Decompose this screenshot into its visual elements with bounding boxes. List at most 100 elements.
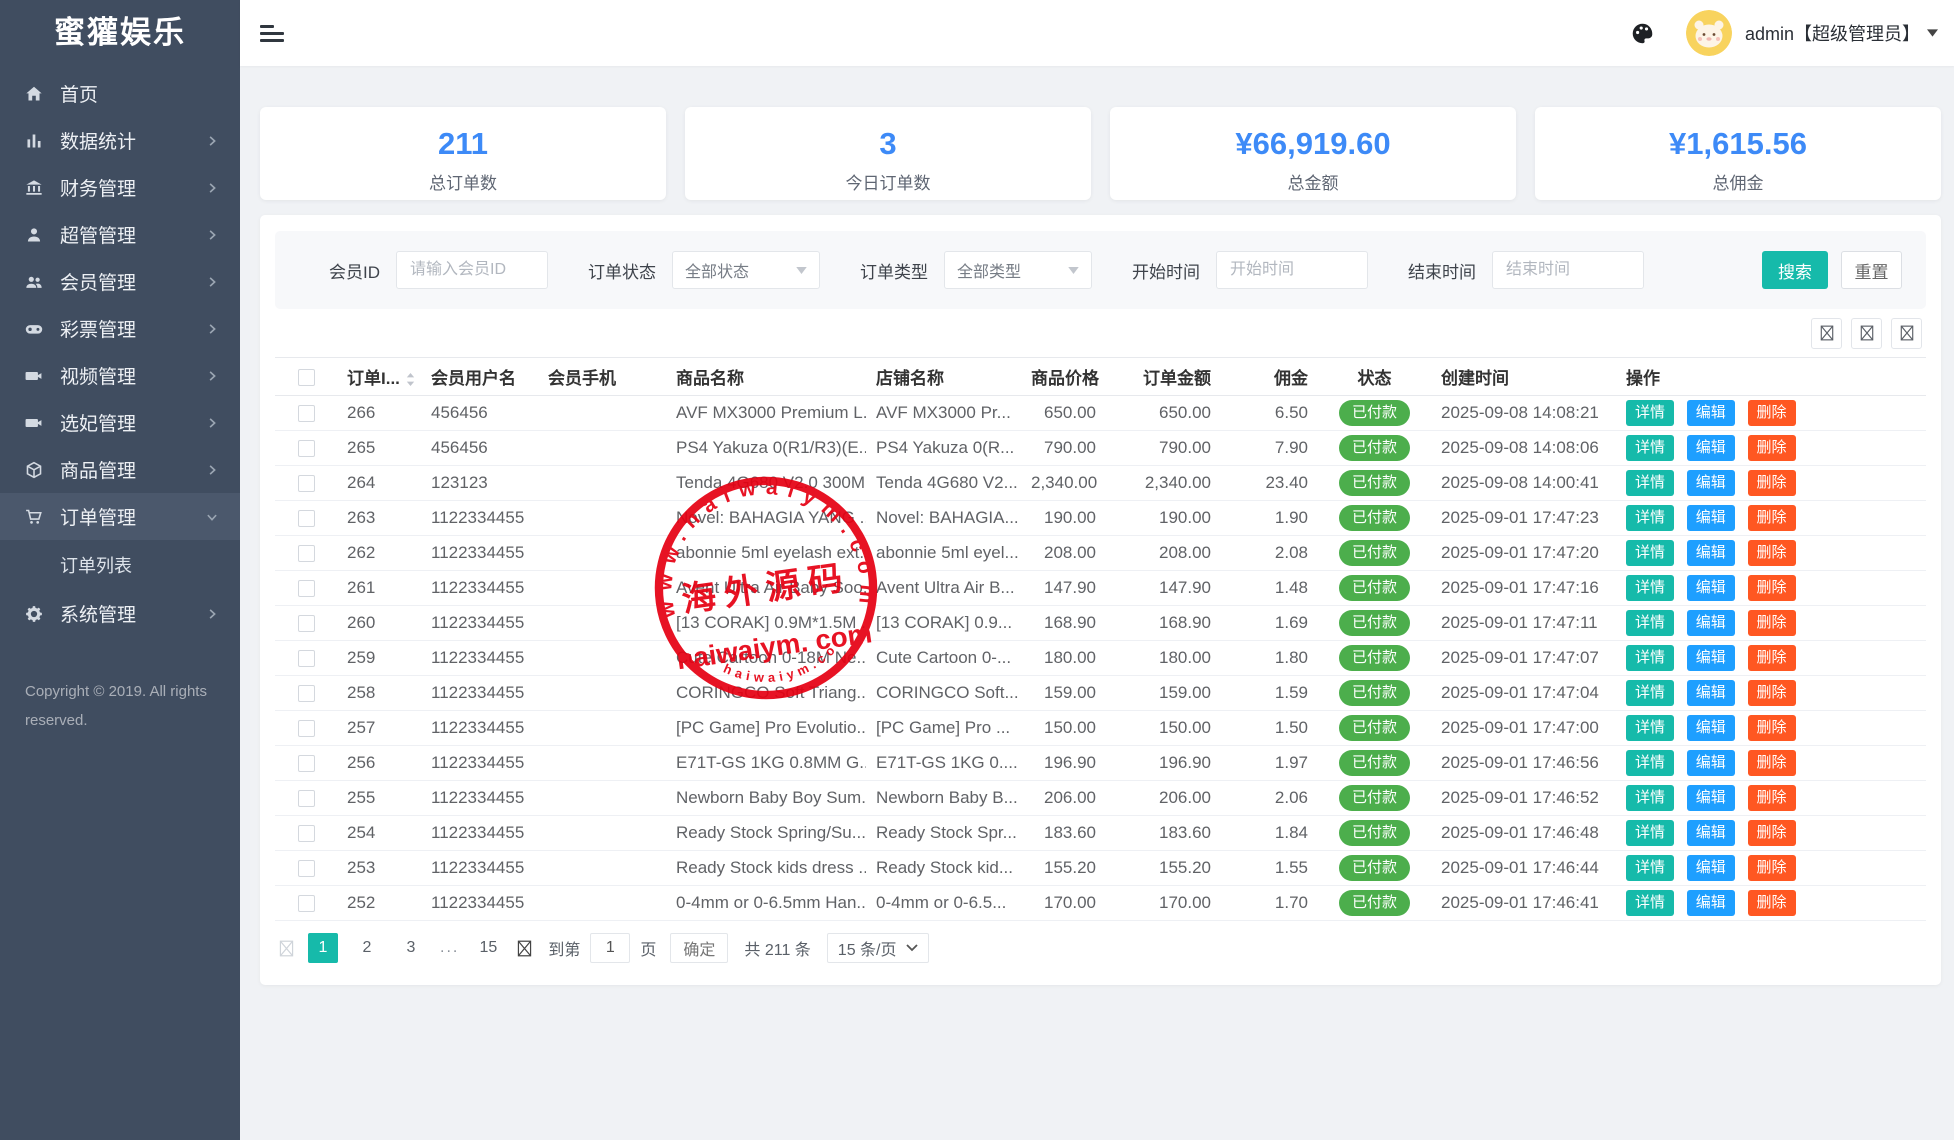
user-avatar[interactable] [1686, 10, 1732, 56]
page-number-last[interactable]: 15 [473, 933, 503, 963]
delete-button[interactable]: 删除 [1748, 435, 1796, 461]
member-id-input[interactable] [396, 251, 548, 289]
row-checkbox[interactable] [298, 650, 315, 667]
edit-button[interactable]: 编辑 [1687, 855, 1735, 881]
detail-button[interactable]: 详情 [1626, 785, 1674, 811]
toolbar-export-icon[interactable] [1851, 318, 1882, 349]
sidebar-item-products[interactable]: 商品管理 [0, 446, 240, 493]
column-order-id[interactable]: 订单I... [347, 369, 400, 388]
delete-button[interactable]: 删除 [1748, 855, 1796, 881]
prev-page-icon[interactable] [279, 940, 294, 957]
detail-button[interactable]: 详情 [1626, 715, 1674, 741]
edit-button[interactable]: 编辑 [1687, 680, 1735, 706]
next-page-icon[interactable] [517, 940, 532, 957]
edit-button[interactable]: 编辑 [1687, 435, 1735, 461]
delete-button[interactable]: 删除 [1748, 750, 1796, 776]
row-checkbox[interactable] [298, 720, 315, 737]
sidebar-item-lottery[interactable]: 彩票管理 [0, 305, 240, 352]
delete-button[interactable]: 删除 [1748, 715, 1796, 741]
toolbar-print-icon[interactable] [1891, 318, 1922, 349]
detail-button[interactable]: 详情 [1626, 610, 1674, 636]
row-checkbox[interactable] [298, 860, 315, 877]
row-checkbox[interactable] [298, 685, 315, 702]
detail-button[interactable]: 详情 [1626, 505, 1674, 531]
edit-button[interactable]: 编辑 [1687, 820, 1735, 846]
delete-button[interactable]: 删除 [1748, 505, 1796, 531]
select-all-checkbox[interactable] [298, 369, 315, 386]
delete-button[interactable]: 删除 [1748, 785, 1796, 811]
goto-confirm-button[interactable]: 确定 [670, 933, 728, 963]
sidebar-item-home[interactable]: 首页 [0, 70, 240, 117]
delete-button[interactable]: 删除 [1748, 470, 1796, 496]
row-checkbox[interactable] [298, 510, 315, 527]
search-button[interactable]: 搜索 [1762, 251, 1828, 289]
edit-button[interactable]: 编辑 [1687, 785, 1735, 811]
edit-button[interactable]: 编辑 [1687, 750, 1735, 776]
detail-button[interactable]: 详情 [1626, 575, 1674, 601]
sidebar-item-members[interactable]: 会员管理 [0, 258, 240, 305]
order-status-select[interactable]: 全部状态 [672, 251, 820, 289]
delete-button[interactable]: 删除 [1748, 680, 1796, 706]
row-checkbox[interactable] [298, 825, 315, 842]
goto-page-input[interactable] [590, 933, 630, 963]
sidebar-item-orders[interactable]: 订单管理 [0, 493, 240, 540]
row-checkbox[interactable] [298, 405, 315, 422]
sidebar-item-xuanfei[interactable]: 选妃管理 [0, 399, 240, 446]
edit-button[interactable]: 编辑 [1687, 540, 1735, 566]
end-time-input[interactable] [1492, 251, 1644, 289]
edit-button[interactable]: 编辑 [1687, 610, 1735, 636]
sidebar-item-video[interactable]: 视频管理 [0, 352, 240, 399]
edit-button[interactable]: 编辑 [1687, 715, 1735, 741]
sort-icon[interactable] [405, 373, 416, 386]
theme-palette-icon[interactable] [1631, 22, 1654, 45]
row-checkbox[interactable] [298, 790, 315, 807]
detail-button[interactable]: 详情 [1626, 435, 1674, 461]
row-checkbox[interactable] [298, 895, 315, 912]
edit-button[interactable]: 编辑 [1687, 575, 1735, 601]
sidebar-item-order-list[interactable]: 订单列表 [0, 540, 240, 590]
detail-button[interactable]: 详情 [1626, 820, 1674, 846]
edit-button[interactable]: 编辑 [1687, 470, 1735, 496]
cell-actions: 详情 编辑 删除 [1616, 781, 1926, 816]
edit-button[interactable]: 编辑 [1687, 645, 1735, 671]
sidebar-item-finance[interactable]: 财务管理 [0, 164, 240, 211]
detail-button[interactable]: 详情 [1626, 890, 1674, 916]
menu-toggle-icon[interactable] [260, 25, 286, 42]
sidebar-item-statistics[interactable]: 数据统计 [0, 117, 240, 164]
row-checkbox[interactable] [298, 440, 315, 457]
delete-button[interactable]: 删除 [1748, 575, 1796, 601]
edit-button[interactable]: 编辑 [1687, 400, 1735, 426]
edit-button[interactable]: 编辑 [1687, 505, 1735, 531]
sidebar-item-superadmin[interactable]: 超管管理 [0, 211, 240, 258]
row-checkbox[interactable] [298, 755, 315, 772]
delete-button[interactable]: 删除 [1748, 400, 1796, 426]
order-type-select[interactable]: 全部类型 [944, 251, 1092, 289]
page-number[interactable]: 3 [396, 933, 426, 963]
detail-button[interactable]: 详情 [1626, 470, 1674, 496]
detail-button[interactable]: 详情 [1626, 540, 1674, 566]
row-checkbox[interactable] [298, 615, 315, 632]
page-number-current[interactable]: 1 [308, 933, 338, 963]
delete-button[interactable]: 删除 [1748, 540, 1796, 566]
detail-button[interactable]: 详情 [1626, 400, 1674, 426]
page-size-select[interactable]: 15 条/页 [827, 933, 929, 963]
delete-button[interactable]: 删除 [1748, 645, 1796, 671]
sidebar-item-system[interactable]: 系统管理 [0, 590, 240, 637]
page-number[interactable]: 2 [352, 933, 382, 963]
start-time-input[interactable] [1216, 251, 1368, 289]
edit-button[interactable]: 编辑 [1687, 890, 1735, 916]
row-checkbox[interactable] [298, 580, 315, 597]
detail-button[interactable]: 详情 [1626, 645, 1674, 671]
detail-button[interactable]: 详情 [1626, 750, 1674, 776]
delete-button[interactable]: 删除 [1748, 820, 1796, 846]
toolbar-filter-icon[interactable] [1811, 318, 1842, 349]
username-dropdown[interactable]: admin【超级管理员】 [1745, 20, 1920, 46]
row-checkbox[interactable] [298, 545, 315, 562]
delete-button[interactable]: 删除 [1748, 890, 1796, 916]
row-checkbox[interactable] [298, 475, 315, 492]
cell-username: 1122334455 [421, 781, 538, 816]
delete-button[interactable]: 删除 [1748, 610, 1796, 636]
detail-button[interactable]: 详情 [1626, 855, 1674, 881]
detail-button[interactable]: 详情 [1626, 680, 1674, 706]
reset-button[interactable]: 重置 [1841, 251, 1902, 289]
